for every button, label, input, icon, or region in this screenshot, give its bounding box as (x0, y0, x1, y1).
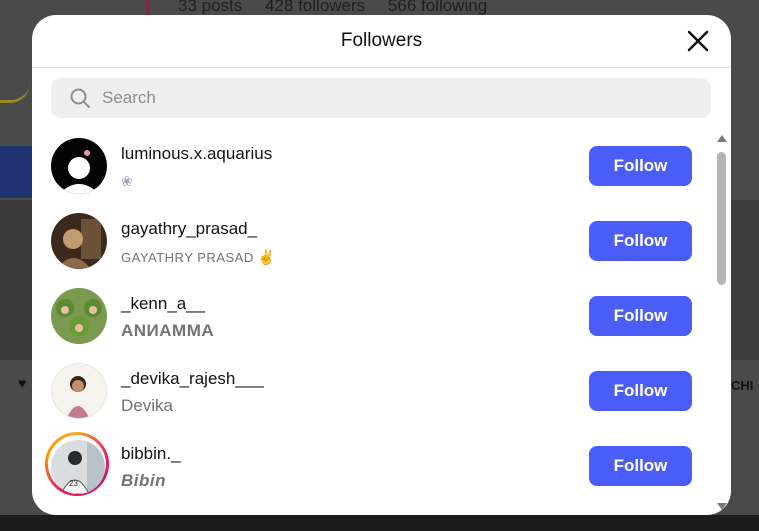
follow-button[interactable]: Follow (589, 221, 692, 261)
follow-button[interactable]: Follow (589, 371, 692, 411)
follower-username[interactable]: _devika_rajesh___ (121, 369, 264, 389)
follower-username[interactable]: luminous.x.aquarius (121, 144, 272, 164)
follower-row: gayathry_prasad_ GAYATHRY PRASAD ✌ Follo… (32, 206, 712, 281)
followers-list: luminous.x.aquarius ❀ Follow gayathry_pr… (32, 131, 712, 506)
followers-count: 428 followers (265, 0, 366, 15)
background-panel (0, 146, 32, 198)
followers-modal: Followers luminous.x.aq (32, 15, 731, 515)
follower-username[interactable]: gayathry_prasad_ (121, 219, 257, 239)
search-box[interactable] (51, 78, 711, 118)
avatar[interactable] (51, 138, 107, 194)
follower-row: _devika_rajesh___ Devika Follow (32, 356, 712, 431)
background-profile-stats: 33 posts 428 followers 566 following (178, 0, 505, 16)
avatar[interactable] (51, 213, 107, 269)
modal-title: Followers (340, 30, 423, 51)
follower-row: 23 bibbin._ Bibin Follow (32, 431, 712, 506)
follower-row: luminous.x.aquarius ❀ Follow (32, 131, 712, 206)
background-panel (0, 200, 32, 360)
search-input[interactable] (100, 87, 664, 109)
follower-username[interactable]: _kenn_a__ (121, 294, 205, 314)
follower-username[interactable]: bibbin._ (121, 444, 181, 464)
background-label: CHI (731, 378, 754, 393)
following-count: 566 following (387, 0, 488, 15)
search-icon (70, 88, 90, 108)
close-button[interactable] (685, 28, 711, 54)
scroll-up-arrow-icon[interactable] (717, 135, 727, 142)
follower-fullname-text: GAYATHRY PRASAD (121, 250, 254, 265)
follow-button[interactable]: Follow (589, 446, 692, 486)
background-decoration (0, 80, 30, 103)
background-panel (731, 200, 759, 360)
follower-row: _kenn_a__ ANИAMMA Follow (32, 281, 712, 356)
scrollbar[interactable] (716, 135, 728, 510)
background-footer (0, 515, 759, 531)
posts-count: 33 posts (178, 0, 243, 15)
avatar[interactable] (51, 288, 107, 344)
scroll-thumb[interactable] (717, 152, 726, 285)
close-icon (687, 30, 709, 52)
follower-fullname: Bibin (121, 471, 166, 490)
follower-fullname: ❀ (121, 171, 133, 191)
heart-icon: ♥ (18, 375, 27, 391)
follower-fullname: GAYATHRY PRASAD ✌ (121, 249, 276, 266)
follower-fullname: Devika (121, 396, 173, 415)
avatar[interactable]: 23 (51, 440, 105, 494)
flower-emoji-icon: ❀ (121, 173, 133, 189)
follow-button[interactable]: Follow (589, 146, 692, 186)
follower-fullname: ANИAMMA (121, 321, 215, 340)
avatar[interactable] (51, 363, 107, 419)
follow-button[interactable]: Follow (589, 296, 692, 336)
hand-emoji-icon: ✌ (257, 249, 276, 265)
modal-header: Followers (32, 15, 731, 68)
svg-text:23: 23 (69, 479, 78, 488)
scroll-down-arrow-icon[interactable] (717, 503, 727, 510)
